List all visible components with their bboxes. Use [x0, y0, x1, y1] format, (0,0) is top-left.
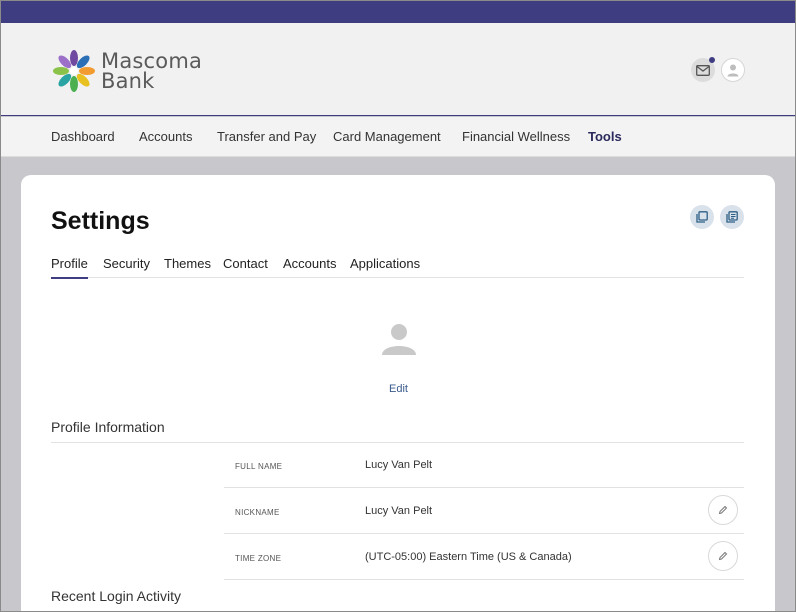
- bank-logo[interactable]: Mascoma Bank: [51, 47, 211, 95]
- nav-item-tools[interactable]: Tools: [588, 129, 622, 144]
- profile-information-heading: Profile Information: [51, 419, 165, 435]
- nav-item-financial-wellness[interactable]: Financial Wellness: [462, 129, 570, 144]
- recent-login-activity-heading: Recent Login Activity: [51, 588, 181, 604]
- edit-nickname-button[interactable]: [708, 495, 738, 525]
- settings-card: Settings Profile Security Themes Contact…: [21, 175, 775, 611]
- tab-themes[interactable]: Themes: [164, 256, 211, 277]
- pencil-icon: [718, 551, 728, 561]
- messages-button[interactable]: [691, 57, 715, 82]
- bank-name-line1: Mascoma: [101, 49, 203, 73]
- row-divider: [224, 579, 744, 580]
- field-value: Lucy Van Pelt: [365, 505, 433, 517]
- field-label: NICKNAME: [235, 508, 280, 517]
- nav-item-card-management[interactable]: Card Management: [333, 129, 441, 144]
- row-divider: [224, 533, 744, 534]
- site-header: Mascoma Bank: [1, 23, 795, 116]
- app-window: Mascoma Bank Dashboard Accounts Transfer…: [0, 0, 796, 612]
- row-divider: [224, 487, 744, 488]
- main-nav: Dashboard Accounts Transfer and Pay Card…: [1, 117, 795, 157]
- user-icon: [727, 64, 739, 77]
- tab-security[interactable]: Security: [103, 256, 150, 277]
- tab-applications[interactable]: Applications: [350, 256, 420, 277]
- logo-mark-icon: [53, 50, 95, 92]
- field-label: TIME ZONE: [235, 554, 282, 563]
- bank-name: Mascoma Bank: [101, 49, 203, 93]
- edit-time-zone-button[interactable]: [708, 541, 738, 571]
- tab-profile[interactable]: Profile: [51, 256, 88, 279]
- edit-avatar-link[interactable]: Edit: [389, 383, 408, 395]
- copy-icon: [696, 211, 708, 223]
- page-title: Settings: [51, 207, 150, 235]
- tab-accounts[interactable]: Accounts: [283, 256, 336, 277]
- document-button[interactable]: [720, 205, 744, 229]
- document-icon: [726, 211, 738, 223]
- unread-indicator: [709, 57, 715, 63]
- field-value: (UTC-05:00) Eastern Time (US & Canada): [365, 551, 572, 563]
- nav-item-dashboard[interactable]: Dashboard: [51, 129, 115, 144]
- pencil-icon: [718, 505, 728, 515]
- avatar-placeholder-icon: [382, 324, 416, 355]
- profile-avatar: [379, 321, 419, 361]
- top-accent-bar: [1, 1, 795, 23]
- nav-item-accounts[interactable]: Accounts: [139, 129, 192, 144]
- tab-contact[interactable]: Contact: [223, 256, 268, 277]
- field-label: FULL NAME: [235, 462, 283, 471]
- mail-icon: [696, 64, 710, 76]
- nav-item-transfer-and-pay[interactable]: Transfer and Pay: [217, 129, 316, 144]
- field-value: Lucy Van Pelt: [365, 459, 433, 471]
- section-divider: [51, 442, 744, 443]
- user-menu-button[interactable]: [721, 58, 745, 82]
- copy-button[interactable]: [690, 205, 714, 229]
- settings-tabs: Profile Security Themes Contact Accounts…: [51, 256, 744, 279]
- bank-name-line2: Bank: [101, 69, 155, 93]
